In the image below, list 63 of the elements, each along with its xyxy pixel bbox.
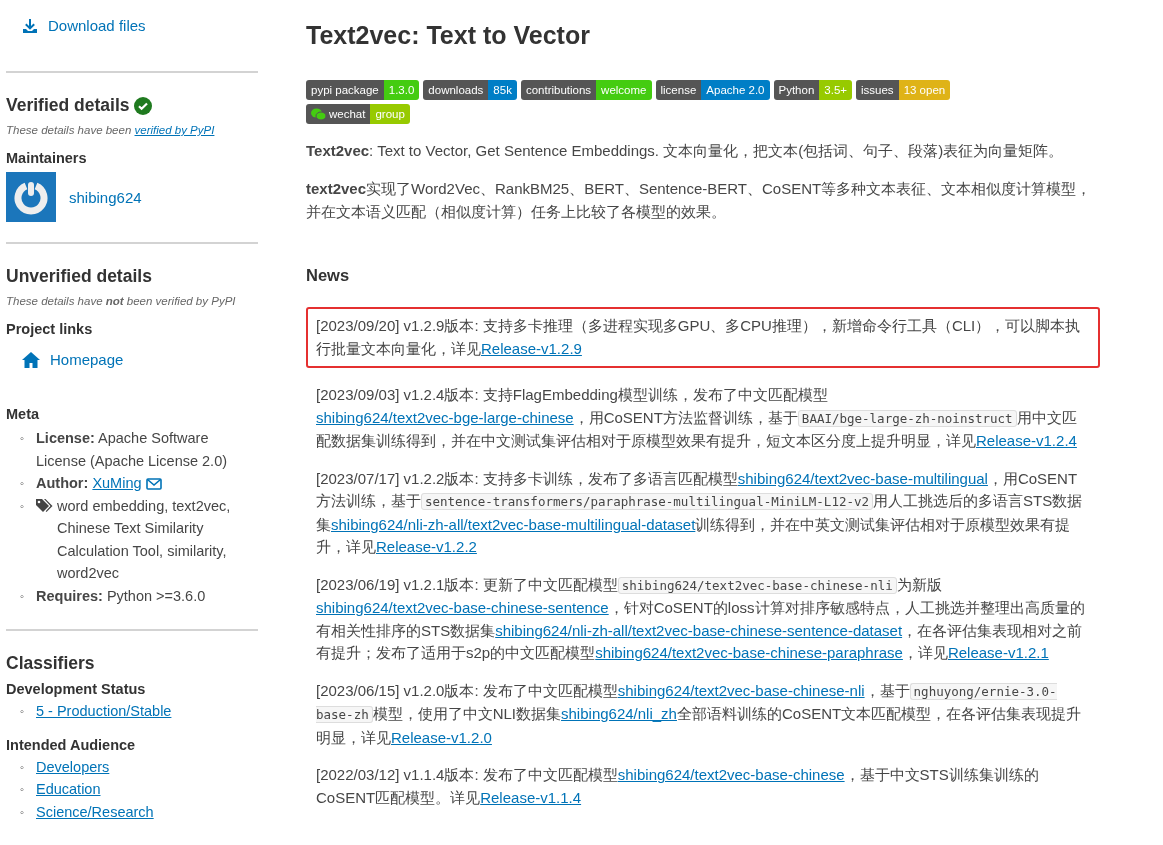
classifier-link[interactable]: Science/Research (36, 800, 154, 823)
list-bullet: ◦ (20, 704, 25, 719)
news-item: [2022/03/12] v1.1.4版本: 发布了中文匹配模型shibing624/text2vec-base-chinese，基于中文STS训练集训练的CoSENT匹配模型。详见Release-v1.1.4 (315, 765, 1040, 808)
meta-heading: Meta (6, 406, 41, 422)
project-links-heading: Project links (6, 321, 94, 337)
news-item: [2023/09/03] v1.2.4版本: 支持FlagEmbedding模型训练，发布了中文匹配模型 shibing624/text2vec-bge-large-chinese，用CoSENT方法监督训练，基于 BAAI/bge-large-zh-noinstruct 用中文匹配数据集训练得到，并在中文测试集评估相对于原模型效果有提升，短文本区分度上提升明显，详见Release-v1.2.4 (315, 385, 1078, 451)
news-link[interactable]: shibing624/text2vec-base-chinese (617, 766, 845, 783)
list-bullet: ◦ (20, 476, 25, 491)
news-link[interactable]: shibing624/text2vec-base-multilingual (737, 469, 988, 487)
news-link[interactable]: shibing624/text2vec-base-chinese-sentence (316, 599, 609, 616)
news-heading: News (306, 266, 351, 285)
list-bullet: ◦ (20, 759, 25, 775)
list-bullet: ◦ (20, 804, 25, 820)
classifier-link[interactable]: Education (36, 778, 101, 801)
news-link[interactable]: shibing624/text2vec-base-chinese-paraphrase (595, 644, 903, 661)
list-bullet: ◦ (20, 588, 25, 604)
mail-icon (145, 478, 162, 490)
meta-item: Requires: Python >=3.6.0 (36, 587, 206, 604)
list-bullet: ◦ (20, 431, 25, 446)
section-heading: Unverified details (6, 266, 152, 287)
description-paragraph: text2vec实现了Word2Vec、RankBM25、BERT、Sentence-BERT、CoSENT等多种文本表征、文本相似度计算模型，并在文本语义匹配（相似度计算）任务上比较了各模型的效果。 (306, 179, 1093, 222)
news-item: [2023/06/19] v1.2.1版本: 更新了中文匹配模型 shibing624/text2vec-base-chinese-nli 为新版 shibing624/text2vec-base-chinese-sentence，针对CoSENT的loss计算对排序敏感特点，人工挑选并整理出高质量的有相关性排序的STS数据集shibing624/nli-zh-all/text2vec-base-chinese-sentence-dataset，在各评估集表现相对之前有提升；发布了适用于s2p的中文匹配模型shibing624/text2vec-base-chinese-paraphrase，详见Release-v1.2.1 (315, 574, 1086, 663)
classifier-link[interactable]: Developers (36, 755, 110, 778)
download-icon (22, 17, 38, 34)
news-link[interactable]: shibing624/nli-zh-all/text2vec-base-chinese-sentence-dataset (495, 621, 903, 639)
homepage-link[interactable]: Homepage (22, 351, 124, 368)
maintainer-link[interactable]: shibing624 (69, 188, 142, 206)
verified-note: These details have been verified by PyPI (6, 124, 216, 136)
description-paragraph: Text2vec: Text to Vector, Get Sentence Embeddings. 文本向量化，把文本(包括词、句子、段落)表征为向量矩阵。 (306, 141, 1065, 161)
avatar-placeholder (6, 172, 56, 222)
check-icon (133, 96, 152, 115)
section-heading: Verified details (6, 95, 130, 116)
list-bullet: ◦ (20, 498, 25, 514)
tags-icon (36, 498, 53, 513)
news-item: [2023/07/17] v1.2.2版本: 支持多卡训练，发布了多语言匹配模型shibing624/text2vec-base-multilingual，用CoSENT方法训练，基于 sentence-transformers/paraphrase-multilingual-MiniLM-L12-v2 用人工挑选后的多语言STS数据集shibing624/nli-zh-all/text2vec-base-multilingual-dataset训练得到，并在中英文测试集评估相对于原模型效果有提升，详见Release-v1.2.2 (315, 468, 1084, 557)
classifier-group-heading: Development Status (6, 681, 147, 697)
news-link[interactable]: Release-v1.2.0 (391, 728, 492, 746)
unverified-note: These details have not been verified by PyPI (6, 295, 237, 307)
meta-item: License: Apache Software License (Apache License 2.0) (36, 430, 228, 469)
news-link[interactable]: shibing624/text2vec-bge-large-chinese (316, 408, 574, 426)
chat-bubbles-icon (311, 107, 326, 121)
list-bullet: ◦ (20, 782, 25, 797)
classifier-link[interactable]: 5 - Production/Stable (36, 700, 172, 723)
news-link[interactable]: shibing624/nli-zh-all/text2vec-base-multilingual-dataset (331, 515, 696, 533)
maintainers-heading: Maintainers (6, 150, 88, 166)
home-icon (22, 351, 40, 368)
news-link[interactable]: Release-v1.2.4 (976, 432, 1077, 449)
keywords-text: word embedding, text2vec, Chinese Text Similarity Calculation Tool, similarity, word2vec (57, 496, 232, 583)
news-link[interactable]: Release-v1.1.4 (480, 788, 582, 806)
news-item: [2023/06/15] v1.2.0版本: 发布了中文匹配模型shibing624/text2vec-base-chinese-nli，基于 nghuyong/ernie-3.0-base-zh 模型，使用了中文NLI数据集shibing624/nli_zh全部语料训练的CoSENT文本匹配模型，在各评估集表现提升明显，详见Release-v1.2.0 (315, 680, 1083, 748)
news-link[interactable]: Release-v1.2.9 (481, 339, 582, 357)
download-files-link[interactable]: Download files (22, 17, 146, 34)
news-link[interactable]: shibing624/nli_zh (561, 705, 677, 722)
classifier-group-heading: Intended Audience (6, 736, 137, 753)
news-link[interactable]: shibing624/text2vec-base-chinese-nli (617, 681, 865, 699)
project-title: Text2vec: Text to Vector (306, 21, 591, 50)
news-link[interactable]: Release-v1.2.2 (376, 538, 477, 555)
section-heading: Classifiers (6, 653, 95, 674)
news-item: [2023/09/20] v1.2.9版本: 支持多卡推理（多进程实现多GPU、多CPU推理），新增命令行工具（CLI），可以脚本执行批量文本向量化，详见Release-v1.2.9 (306, 307, 1100, 368)
author-link[interactable]: XuMing (92, 475, 142, 491)
verified-by-pypi-link[interactable]: verified by PyPI (134, 124, 215, 136)
news-link[interactable]: Release-v1.2.1 (947, 644, 1049, 661)
author-label: Author: (36, 475, 89, 491)
